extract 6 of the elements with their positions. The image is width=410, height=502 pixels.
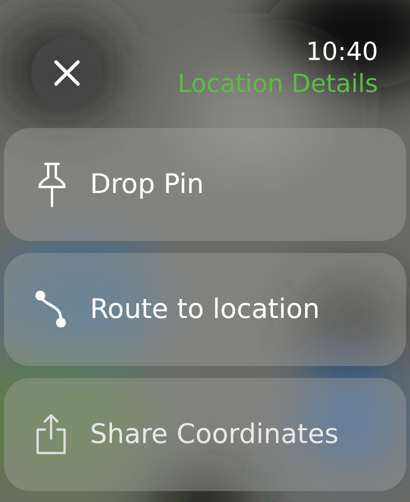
clock-time: 10:40 — [306, 37, 378, 67]
screen-title: Location Details — [178, 68, 378, 100]
action-button[interactable]: Share Coordinates — [4, 378, 406, 491]
close-icon — [53, 59, 81, 87]
action-button[interactable]: Drop Pin — [4, 128, 406, 241]
action-button[interactable]: Route to location — [4, 253, 406, 366]
